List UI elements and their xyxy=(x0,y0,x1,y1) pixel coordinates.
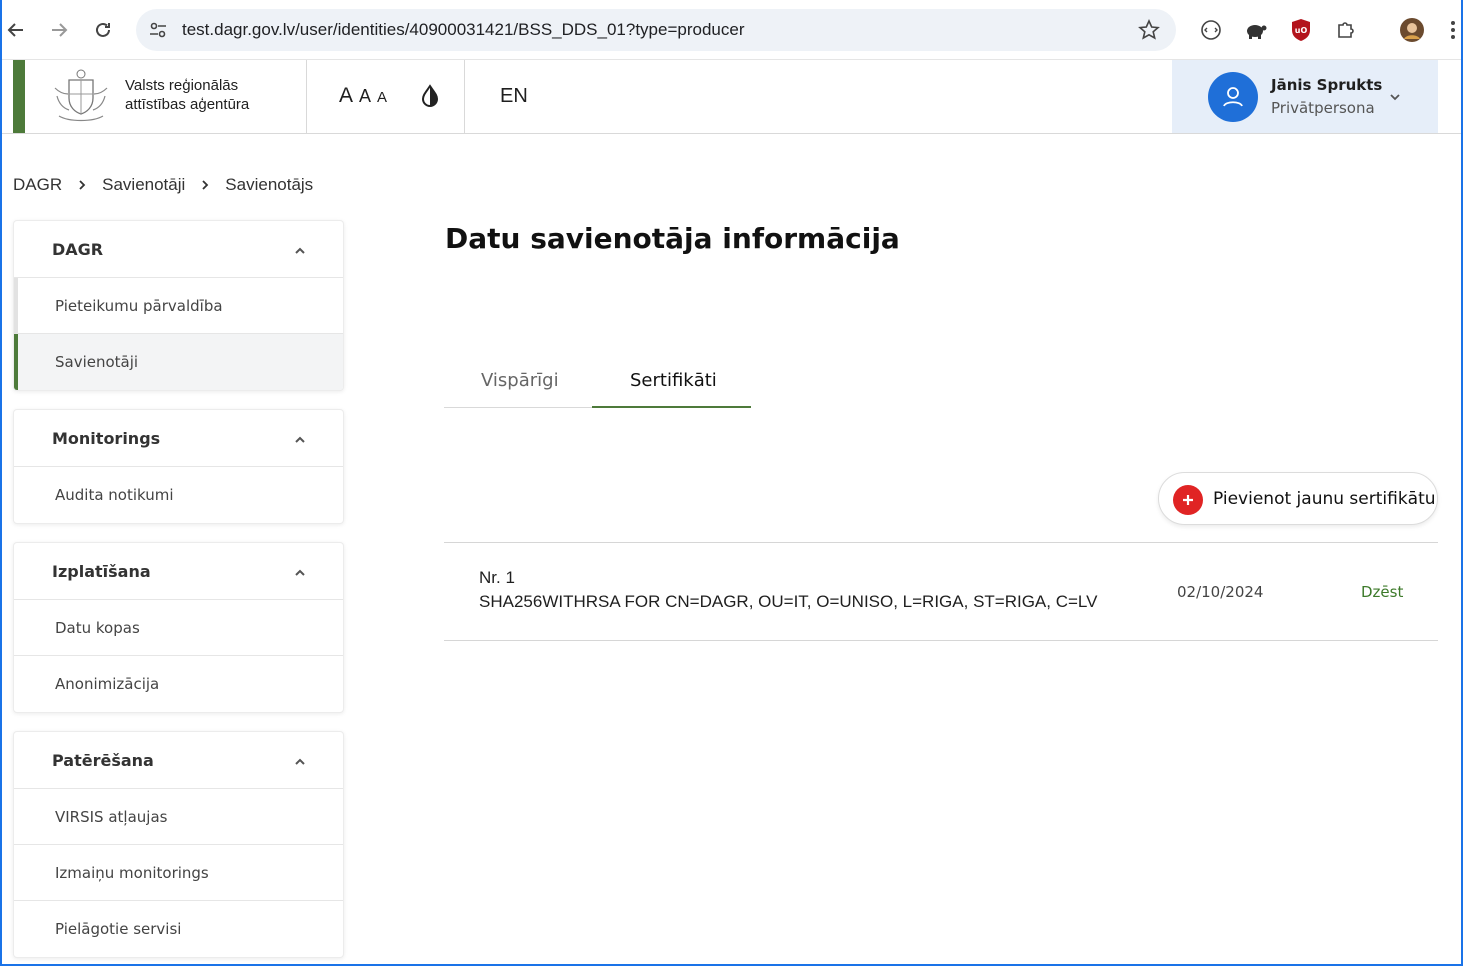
extension-icon[interactable] xyxy=(1198,17,1224,43)
user-avatar-icon xyxy=(1208,72,1258,122)
chevron-up-icon[interactable] xyxy=(293,565,307,579)
font-size-small[interactable]: A xyxy=(377,89,387,106)
tab-label: Vispārīgi xyxy=(481,370,559,391)
font-size-large[interactable]: A xyxy=(339,84,353,108)
sidebar-item-connectors[interactable]: Savienotāji xyxy=(14,334,343,390)
certificate-date: 02/10/2024 xyxy=(1177,583,1264,601)
chevron-down-icon[interactable] xyxy=(1387,89,1403,105)
font-size-medium[interactable]: A xyxy=(359,86,371,107)
sidebar-group-header[interactable]: Patērēšana xyxy=(14,732,343,789)
tab-label: Sertifikāti xyxy=(630,370,717,391)
address-bar[interactable]: test.dagr.gov.lv/user/identities/4090003… xyxy=(136,9,1176,51)
brand-stripe xyxy=(13,60,25,133)
sidebar-item-label: Datu kopas xyxy=(55,619,140,637)
sidebar-item-label: Audita notikumi xyxy=(55,486,174,504)
sidebar-group-header[interactable]: Monitorings xyxy=(14,410,343,467)
sidebar-item-label: VIRSIS atļaujas xyxy=(55,808,168,826)
reload-icon[interactable] xyxy=(91,18,115,42)
browser-menu-icon[interactable] xyxy=(1446,17,1460,43)
sidebar-group-title: Monitorings xyxy=(52,429,161,448)
language-switch[interactable]: EN xyxy=(500,85,528,108)
sidebar-group-header[interactable]: Izplatīšana xyxy=(14,543,343,600)
certificate-number: Nr. 1 xyxy=(479,568,515,587)
bookmark-star-icon[interactable] xyxy=(1138,19,1160,41)
chevron-right-icon xyxy=(77,179,87,191)
site-header: Valsts reģionālās attīstības aģentūra A … xyxy=(0,60,1463,134)
profile-avatar-icon[interactable] xyxy=(1399,17,1425,43)
sidebar-item-label: Pielāgotie servisi xyxy=(55,920,182,938)
sidebar-group-title: Patērēšana xyxy=(52,751,154,770)
svg-text:uO: uO xyxy=(1295,26,1308,35)
sidebar-group-header[interactable]: DAGR xyxy=(14,221,343,278)
chevron-up-icon[interactable] xyxy=(293,432,307,446)
coat-of-arms-logo xyxy=(49,66,113,126)
sidebar-group-title: Izplatīšana xyxy=(52,562,151,581)
sidebar-item-label: Savienotāji xyxy=(55,353,139,371)
extensions-puzzle-icon[interactable] xyxy=(1333,17,1359,43)
page-title: Datu savienotāja informācija xyxy=(445,222,900,255)
user-menu[interactable]: Jānis Sprukts Privātpersona xyxy=(1172,60,1438,133)
back-icon[interactable] xyxy=(4,18,28,42)
sidebar-item-label: Izmaiņu monitorings xyxy=(55,864,209,882)
user-name: Jānis Sprukts xyxy=(1271,76,1383,94)
tab-certificates[interactable]: Sertifikāti xyxy=(592,355,751,408)
chevron-right-icon xyxy=(200,179,210,191)
sidebar-group-monitoring: Monitorings Audita notikumi xyxy=(13,409,344,524)
sidebar-item-label: Pieteikumu pārvaldība xyxy=(55,297,223,315)
browser-toolbar: test.dagr.gov.lv/user/identities/4090003… xyxy=(0,0,1463,60)
logo-link[interactable]: Valsts reģionālās attīstības aģentūra xyxy=(25,60,307,133)
certificate-subject: SHA256WITHRSA FOR CN=DAGR, OU=IT, O=UNIS… xyxy=(479,592,1098,611)
breadcrumb: DAGR Savienotāji Savienotājs xyxy=(13,175,313,195)
sidebar-group-title: DAGR xyxy=(52,240,104,259)
add-certificate-button[interactable]: Pievienot jaunu sertifikātu xyxy=(1158,472,1438,525)
sidebar-item-virsis-permits[interactable]: VIRSIS atļaujas xyxy=(14,789,343,845)
user-role: Privātpersona xyxy=(1271,99,1375,117)
tab-bar: Vispārīgi Sertifikāti xyxy=(444,355,751,408)
contrast-toggle-icon[interactable] xyxy=(420,84,440,108)
delete-certificate-link[interactable]: Dzēst xyxy=(1361,583,1403,601)
forward-icon[interactable] xyxy=(47,18,71,42)
sidebar-item-audit-events[interactable]: Audita notikumi xyxy=(14,467,343,523)
sidebar-item-label: Anonimizācija xyxy=(55,675,160,693)
sidebar-item-custom-services[interactable]: Pielāgotie servisi xyxy=(14,901,343,957)
plus-icon xyxy=(1173,485,1203,515)
ublock-shield-icon[interactable]: uO xyxy=(1288,17,1314,43)
add-certificate-label: Pievienot jaunu sertifikātu xyxy=(1213,489,1436,509)
sidebar-item-anonymization[interactable]: Anonimizācija xyxy=(14,656,343,712)
sidebar-group-consumption: Patērēšana VIRSIS atļaujas Izmaiņu monit… xyxy=(13,731,344,958)
sidebar-item-change-monitoring[interactable]: Izmaiņu monitorings xyxy=(14,845,343,901)
breadcrumb-item-connectors[interactable]: Savienotāji xyxy=(102,175,185,195)
sidebar-group-dagr: DAGR Pieteikumu pārvaldība Savienotāji xyxy=(13,220,344,391)
sidebar-group-distribution: Izplatīšana Datu kopas Anonimizācija xyxy=(13,542,344,713)
tab-general[interactable]: Vispārīgi xyxy=(444,355,592,407)
url-text[interactable]: test.dagr.gov.lv/user/identities/4090003… xyxy=(182,20,744,40)
organization-name: Valsts reģionālās attīstības aģentūra xyxy=(125,77,250,113)
chevron-up-icon[interactable] xyxy=(293,243,307,257)
certificate-row: Nr. 1 SHA256WITHRSA FOR CN=DAGR, OU=IT, … xyxy=(444,542,1438,641)
breadcrumb-item-connector: Savienotājs xyxy=(225,175,314,194)
font-size-selector: A A A xyxy=(339,84,387,108)
site-settings-icon[interactable] xyxy=(148,20,168,40)
accessibility-controls: A A A xyxy=(307,60,465,133)
turtle-extension-icon[interactable] xyxy=(1243,17,1269,43)
sidebar-item-applications[interactable]: Pieteikumu pārvaldība xyxy=(14,278,343,334)
breadcrumb-item-dagr[interactable]: DAGR xyxy=(13,175,62,195)
sidebar-item-datasets[interactable]: Datu kopas xyxy=(14,600,343,656)
chevron-up-icon[interactable] xyxy=(293,754,307,768)
